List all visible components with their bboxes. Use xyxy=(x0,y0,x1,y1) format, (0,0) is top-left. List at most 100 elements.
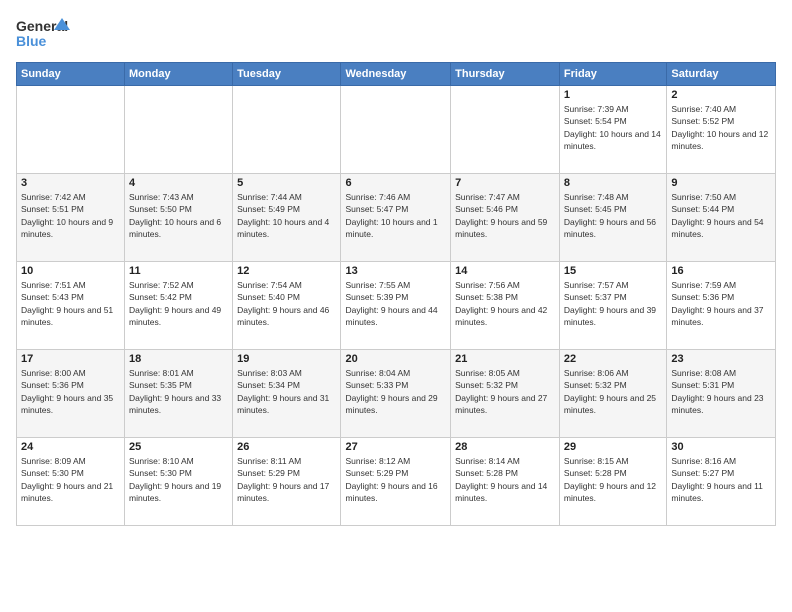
day-number: 22 xyxy=(564,353,662,365)
weekday-header-thursday: Thursday xyxy=(451,63,560,86)
day-number: 5 xyxy=(237,177,336,189)
weekday-header-friday: Friday xyxy=(559,63,666,86)
day-info: Sunrise: 8:05 AMSunset: 5:32 PMDaylight:… xyxy=(455,367,555,416)
day-number: 1 xyxy=(564,89,662,101)
day-number: 4 xyxy=(129,177,228,189)
calendar-day-cell: 11 Sunrise: 7:52 AMSunset: 5:42 PMDayligh… xyxy=(125,262,233,350)
day-info: Sunrise: 8:08 AMSunset: 5:31 PMDaylight:… xyxy=(671,367,771,416)
weekday-header-saturday: Saturday xyxy=(667,63,776,86)
day-info: Sunrise: 8:01 AMSunset: 5:35 PMDaylight:… xyxy=(129,367,228,416)
day-info: Sunrise: 7:40 AMSunset: 5:52 PMDaylight:… xyxy=(671,103,771,152)
day-number: 14 xyxy=(455,265,555,277)
day-number: 20 xyxy=(345,353,446,365)
day-number: 3 xyxy=(21,177,120,189)
day-info: Sunrise: 7:51 AMSunset: 5:43 PMDaylight:… xyxy=(21,279,120,328)
day-info: Sunrise: 7:56 AMSunset: 5:38 PMDaylight:… xyxy=(455,279,555,328)
day-info: Sunrise: 8:16 AMSunset: 5:27 PMDaylight:… xyxy=(671,455,771,504)
day-number: 16 xyxy=(671,265,771,277)
day-info: Sunrise: 8:06 AMSunset: 5:32 PMDaylight:… xyxy=(564,367,662,416)
day-number: 15 xyxy=(564,265,662,277)
day-info: Sunrise: 7:44 AMSunset: 5:49 PMDaylight:… xyxy=(237,191,336,240)
calendar-day-cell: 17Sunrise: 8:00 AMSunset: 5:36 PMDayligh… xyxy=(17,350,125,438)
day-number: 9 xyxy=(671,177,771,189)
day-info: Sunrise: 8:12 AMSunset: 5:29 PMDaylight:… xyxy=(345,455,446,504)
calendar-week-row: 3 Sunrise: 7:42 AMSunset: 5:51 PMDaylight… xyxy=(17,174,776,262)
day-info: Sunrise: 7:43 AMSunset: 5:50 PMDaylight:… xyxy=(129,191,228,240)
calendar-day-cell: 6 Sunrise: 7:46 AMSunset: 5:47 PMDaylight… xyxy=(341,174,451,262)
calendar-day-cell xyxy=(451,86,560,174)
day-info: Sunrise: 7:52 AMSunset: 5:42 PMDaylight:… xyxy=(129,279,228,328)
day-info: Sunrise: 8:00 AMSunset: 5:36 PMDaylight:… xyxy=(21,367,120,416)
calendar-day-cell xyxy=(17,86,125,174)
calendar-day-cell xyxy=(233,86,341,174)
calendar-day-cell: 21 Sunrise: 8:05 AMSunset: 5:32 PMDayligh… xyxy=(451,350,560,438)
calendar-day-cell xyxy=(341,86,451,174)
calendar-day-cell: 2 Sunrise: 7:40 AMSunset: 5:52 PMDaylight… xyxy=(667,86,776,174)
calendar-day-cell: 30 Sunrise: 8:16 AMSunset: 5:27 PMDayligh… xyxy=(667,438,776,526)
day-info: Sunrise: 8:14 AMSunset: 5:28 PMDaylight:… xyxy=(455,455,555,504)
calendar-day-cell: 26 Sunrise: 8:11 AMSunset: 5:29 PMDayligh… xyxy=(233,438,341,526)
day-number: 13 xyxy=(345,265,446,277)
day-number: 27 xyxy=(345,441,446,453)
day-info: Sunrise: 8:09 AMSunset: 5:30 PMDaylight:… xyxy=(21,455,120,504)
calendar-day-cell: 4 Sunrise: 7:43 AMSunset: 5:50 PMDaylight… xyxy=(125,174,233,262)
day-number: 19 xyxy=(237,353,336,365)
day-number: 7 xyxy=(455,177,555,189)
calendar-day-cell xyxy=(125,86,233,174)
calendar-day-cell: 29 Sunrise: 8:15 AMSunset: 5:28 PMDayligh… xyxy=(559,438,666,526)
day-number: 2 xyxy=(671,89,771,101)
day-info: Sunrise: 7:57 AMSunset: 5:37 PMDaylight:… xyxy=(564,279,662,328)
calendar-day-cell: 23 Sunrise: 8:08 AMSunset: 5:31 PMDayligh… xyxy=(667,350,776,438)
day-info: Sunrise: 8:04 AMSunset: 5:33 PMDaylight:… xyxy=(345,367,446,416)
day-number: 26 xyxy=(237,441,336,453)
logo-svg: General Blue xyxy=(16,16,71,54)
calendar-day-cell: 22 Sunrise: 8:06 AMSunset: 5:32 PMDayligh… xyxy=(559,350,666,438)
day-number: 6 xyxy=(345,177,446,189)
weekday-header-row: SundayMondayTuesdayWednesdayThursdayFrid… xyxy=(17,63,776,86)
day-number: 8 xyxy=(564,177,662,189)
calendar-day-cell: 24 Sunrise: 8:09 AMSunset: 5:30 PMDayligh… xyxy=(17,438,125,526)
day-info: Sunrise: 8:15 AMSunset: 5:28 PMDaylight:… xyxy=(564,455,662,504)
calendar-day-cell: 15 Sunrise: 7:57 AMSunset: 5:37 PMDayligh… xyxy=(559,262,666,350)
svg-text:Blue: Blue xyxy=(16,33,47,49)
weekday-header-sunday: Sunday xyxy=(17,63,125,86)
calendar-day-cell: 7 Sunrise: 7:47 AMSunset: 5:46 PMDaylight… xyxy=(451,174,560,262)
calendar-day-cell: 18 Sunrise: 8:01 AMSunset: 5:35 PMDayligh… xyxy=(125,350,233,438)
calendar-day-cell: 8 Sunrise: 7:48 AMSunset: 5:45 PMDaylight… xyxy=(559,174,666,262)
calendar-day-cell: 1 Sunrise: 7:39 AMSunset: 5:54 PMDaylight… xyxy=(559,86,666,174)
calendar-day-cell: 13Sunrise: 7:55 AMSunset: 5:39 PMDayligh… xyxy=(341,262,451,350)
day-number: 28 xyxy=(455,441,555,453)
day-info: Sunrise: 7:54 AMSunset: 5:40 PMDaylight:… xyxy=(237,279,336,328)
day-number: 11 xyxy=(129,265,228,277)
calendar-day-cell: 28 Sunrise: 8:14 AMSunset: 5:28 PMDayligh… xyxy=(451,438,560,526)
day-number: 24 xyxy=(21,441,120,453)
day-number: 30 xyxy=(671,441,771,453)
calendar-week-row: 24 Sunrise: 8:09 AMSunset: 5:30 PMDayligh… xyxy=(17,438,776,526)
page-header: General Blue xyxy=(16,16,776,54)
day-number: 23 xyxy=(671,353,771,365)
calendar-table: SundayMondayTuesdayWednesdayThursdayFrid… xyxy=(16,62,776,526)
calendar-day-cell: 9 Sunrise: 7:50 AMSunset: 5:44 PMDaylight… xyxy=(667,174,776,262)
logo: General Blue xyxy=(16,16,71,54)
day-info: Sunrise: 7:47 AMSunset: 5:46 PMDaylight:… xyxy=(455,191,555,240)
day-number: 18 xyxy=(129,353,228,365)
weekday-header-tuesday: Tuesday xyxy=(233,63,341,86)
calendar-day-cell: 3 Sunrise: 7:42 AMSunset: 5:51 PMDaylight… xyxy=(17,174,125,262)
calendar-week-row: 10Sunrise: 7:51 AMSunset: 5:43 PMDayligh… xyxy=(17,262,776,350)
calendar-page: General Blue SundayMondayTuesdayWednesda… xyxy=(0,0,792,612)
calendar-day-cell: 20 Sunrise: 8:04 AMSunset: 5:33 PMDayligh… xyxy=(341,350,451,438)
day-info: Sunrise: 8:03 AMSunset: 5:34 PMDaylight:… xyxy=(237,367,336,416)
day-info: Sunrise: 7:59 AMSunset: 5:36 PMDaylight:… xyxy=(671,279,771,328)
day-number: 12 xyxy=(237,265,336,277)
day-info: Sunrise: 7:39 AMSunset: 5:54 PMDaylight:… xyxy=(564,103,662,152)
day-number: 25 xyxy=(129,441,228,453)
day-info: Sunrise: 8:11 AMSunset: 5:29 PMDaylight:… xyxy=(237,455,336,504)
day-number: 21 xyxy=(455,353,555,365)
day-info: Sunrise: 7:48 AMSunset: 5:45 PMDaylight:… xyxy=(564,191,662,240)
calendar-day-cell: 19 Sunrise: 8:03 AMSunset: 5:34 PMDayligh… xyxy=(233,350,341,438)
day-info: Sunrise: 7:46 AMSunset: 5:47 PMDaylight:… xyxy=(345,191,446,240)
day-info: Sunrise: 7:50 AMSunset: 5:44 PMDaylight:… xyxy=(671,191,771,240)
day-number: 29 xyxy=(564,441,662,453)
day-info: Sunrise: 8:10 AMSunset: 5:30 PMDaylight:… xyxy=(129,455,228,504)
day-info: Sunrise: 7:42 AMSunset: 5:51 PMDaylight:… xyxy=(21,191,120,240)
